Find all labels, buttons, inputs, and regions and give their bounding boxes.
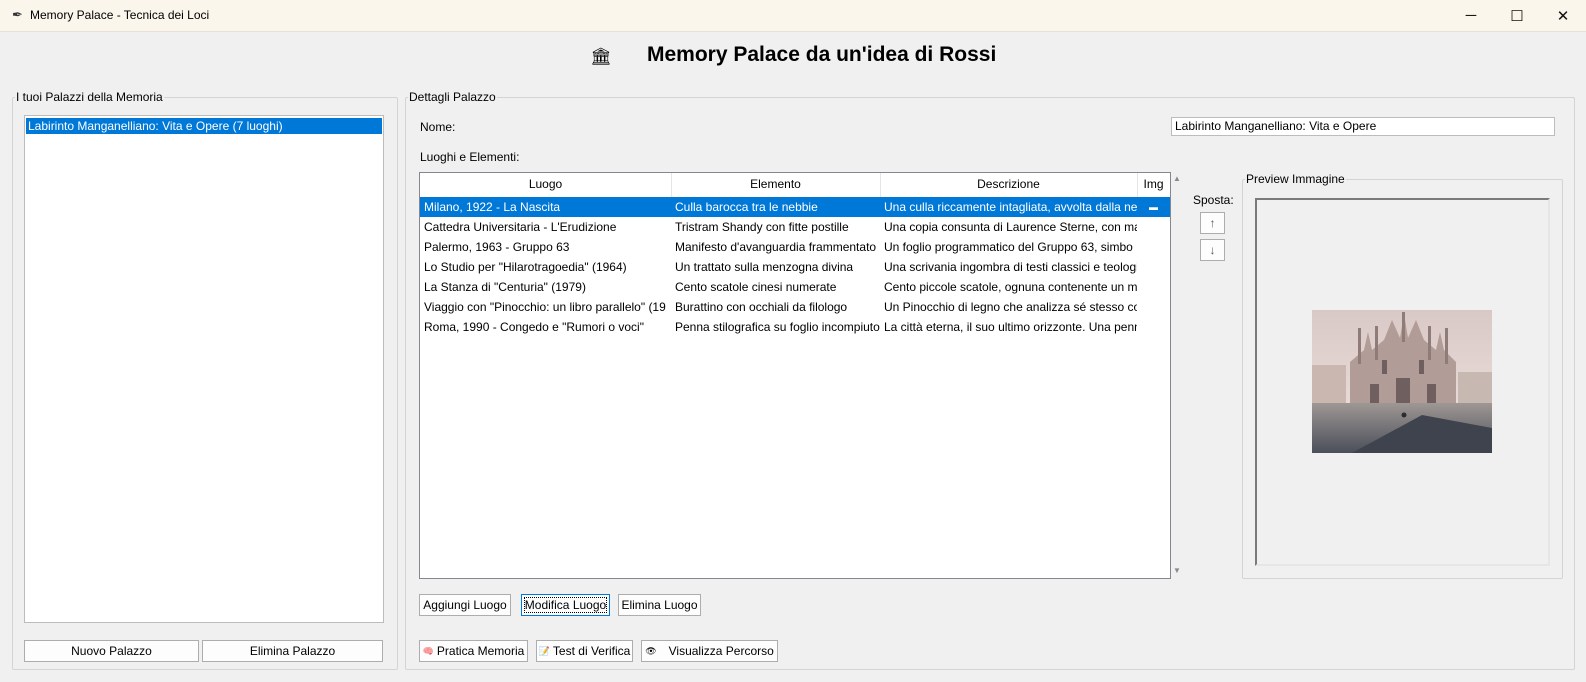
cell-elemento: Manifesto d'avanguardia frammentato	[675, 240, 877, 254]
cell-luogo: Palermo, 1963 - Gruppo 63	[424, 240, 570, 254]
scroll-up-arrow-icon[interactable]: ▲	[1173, 174, 1181, 183]
cell-descrizione: Un foglio programmatico del Gruppo 63, s…	[884, 240, 1133, 254]
new-palace-button[interactable]: Nuovo Palazzo	[24, 640, 199, 662]
cell-luogo: Roma, 1990 - Congedo e "Rumori o voci"	[424, 320, 644, 334]
view-path-label: Visualizza Percorso	[668, 644, 774, 658]
table-header: Luogo Elemento Descrizione Img	[420, 173, 1170, 198]
practice-memory-label: Pratica Memoria	[436, 644, 525, 658]
table-row[interactable]: Palermo, 1963 - Gruppo 63 Manifesto d'av…	[420, 237, 1170, 257]
cell-img	[1137, 237, 1170, 257]
add-place-button[interactable]: Aggiungi Luogo	[419, 594, 511, 616]
table-row[interactable]: Cattedra Universitaria - L'Erudizione Tr…	[420, 217, 1170, 237]
practice-memory-button[interactable]: 🧠 Pratica Memoria	[419, 640, 528, 662]
palaces-panel-legend: I tuoi Palazzi della Memoria	[16, 90, 163, 104]
verification-test-label: Test di Verifica	[552, 644, 631, 658]
image-preview-frame	[1255, 198, 1550, 566]
cell-descrizione: Una culla riccamente intagliata, avvolta…	[884, 200, 1137, 214]
cell-luogo: Viaggio con "Pinocchio: un libro paralle…	[424, 300, 666, 314]
table-row[interactable]: Lo Studio per "Hilarotragoedia" (1964) U…	[420, 257, 1170, 277]
cell-elemento: Culla barocca tra le nebbie	[675, 200, 818, 214]
app-header: 🏛 Memory Palace da un'idea di Rossi	[0, 31, 1586, 83]
eye-icon: 👁	[645, 645, 657, 656]
column-header-img[interactable]: Img	[1137, 173, 1170, 197]
cell-luogo: Lo Studio per "Hilarotragoedia" (1964)	[424, 260, 627, 274]
cell-elemento: Un trattato sulla menzogna divina	[675, 260, 854, 274]
cell-img	[1137, 257, 1170, 277]
cell-elemento: Penna stilografica su foglio incompiuto	[675, 320, 880, 334]
image-indicator-icon: ▬	[1149, 202, 1158, 212]
classical-building-icon: 🏛	[590, 47, 612, 66]
cell-elemento: Cento scatole cinesi numerate	[675, 280, 837, 294]
places-label: Luoghi e Elementi:	[420, 150, 520, 164]
palaces-listbox[interactable]: Labirinto Manganelliano: Vita e Opere (7…	[24, 115, 384, 623]
table-row[interactable]: Viaggio con "Pinocchio: un libro paralle…	[420, 297, 1170, 317]
page-title: Memory Palace da un'idea di Rossi	[647, 43, 997, 66]
column-header-descrizione[interactable]: Descrizione	[880, 173, 1138, 197]
cell-img	[1137, 277, 1170, 297]
cell-descrizione: Una copia consunta di Laurence Sterne, c…	[884, 220, 1137, 234]
cell-img	[1137, 217, 1170, 237]
cell-elemento: Tristram Shandy con fitte postille	[675, 220, 849, 234]
test-icon: 📝	[538, 645, 550, 656]
feather-icon: ✒	[12, 7, 23, 22]
table-row[interactable]: La Stanza di "Centuria" (1979) Cento sca…	[420, 277, 1170, 297]
details-panel-legend: Dettagli Palazzo	[409, 90, 496, 104]
cell-img	[1137, 317, 1170, 337]
cell-luogo: La Stanza di "Centuria" (1979)	[424, 280, 586, 294]
verification-test-button[interactable]: 📝 Test di Verifica	[536, 640, 633, 662]
view-path-button[interactable]: 👁 Visualizza Percorso	[641, 640, 778, 662]
palace-list-item[interactable]: Labirinto Manganelliano: Vita e Opere (7…	[26, 118, 382, 134]
cell-descrizione: La città eterna, il suo ultimo orizzonte…	[884, 320, 1137, 334]
edit-place-button[interactable]: Modifica Luogo	[521, 594, 610, 616]
table-row[interactable]: Milano, 1922 - La Nascita Culla barocca …	[420, 197, 1170, 217]
palace-name-field[interactable]: Labirinto Manganelliano: Vita e Opere	[1171, 117, 1555, 136]
column-header-elemento[interactable]: Elemento	[671, 173, 881, 197]
move-label: Sposta:	[1193, 193, 1234, 207]
cathedral-photo	[1312, 310, 1492, 453]
places-table[interactable]: Luogo Elemento Descrizione Img Milano, 1…	[419, 172, 1171, 579]
brain-icon: 🧠	[422, 645, 434, 656]
close-button[interactable]: ✕	[1540, 0, 1586, 31]
minimize-button[interactable]: ─	[1448, 0, 1494, 31]
cell-descrizione: Cento piccole scatole, ognuna contenente…	[884, 280, 1137, 294]
cell-luogo: Milano, 1922 - La Nascita	[424, 200, 561, 214]
move-down-button[interactable]: ↓	[1200, 239, 1225, 261]
delete-palace-button[interactable]: Elimina Palazzo	[202, 640, 383, 662]
move-up-button[interactable]: ↑	[1200, 212, 1225, 234]
maximize-button[interactable]: ☐	[1494, 0, 1540, 31]
image-preview-legend: Preview Immagine	[1246, 172, 1345, 186]
cell-descrizione: Un Pinocchio di legno che analizza sé st…	[884, 300, 1137, 314]
name-label: Nome:	[420, 120, 456, 134]
scroll-down-arrow-icon[interactable]: ▼	[1173, 566, 1181, 575]
cell-luogo: Cattedra Universitaria - L'Erudizione	[424, 220, 617, 234]
cell-elemento: Burattino con occhiali da filologo	[675, 300, 848, 314]
cell-img	[1137, 297, 1170, 317]
cell-descrizione: Una scrivania ingombra di testi classici…	[884, 260, 1137, 274]
title-bar: ✒ Memory Palace - Tecnica dei Loci ─ ☐ ✕	[0, 0, 1586, 32]
delete-place-button[interactable]: Elimina Luogo	[618, 594, 701, 616]
table-row[interactable]: Roma, 1990 - Congedo e "Rumori o voci" P…	[420, 317, 1170, 337]
column-header-luogo[interactable]: Luogo	[420, 173, 672, 197]
window-title: Memory Palace - Tecnica dei Loci	[30, 8, 210, 22]
